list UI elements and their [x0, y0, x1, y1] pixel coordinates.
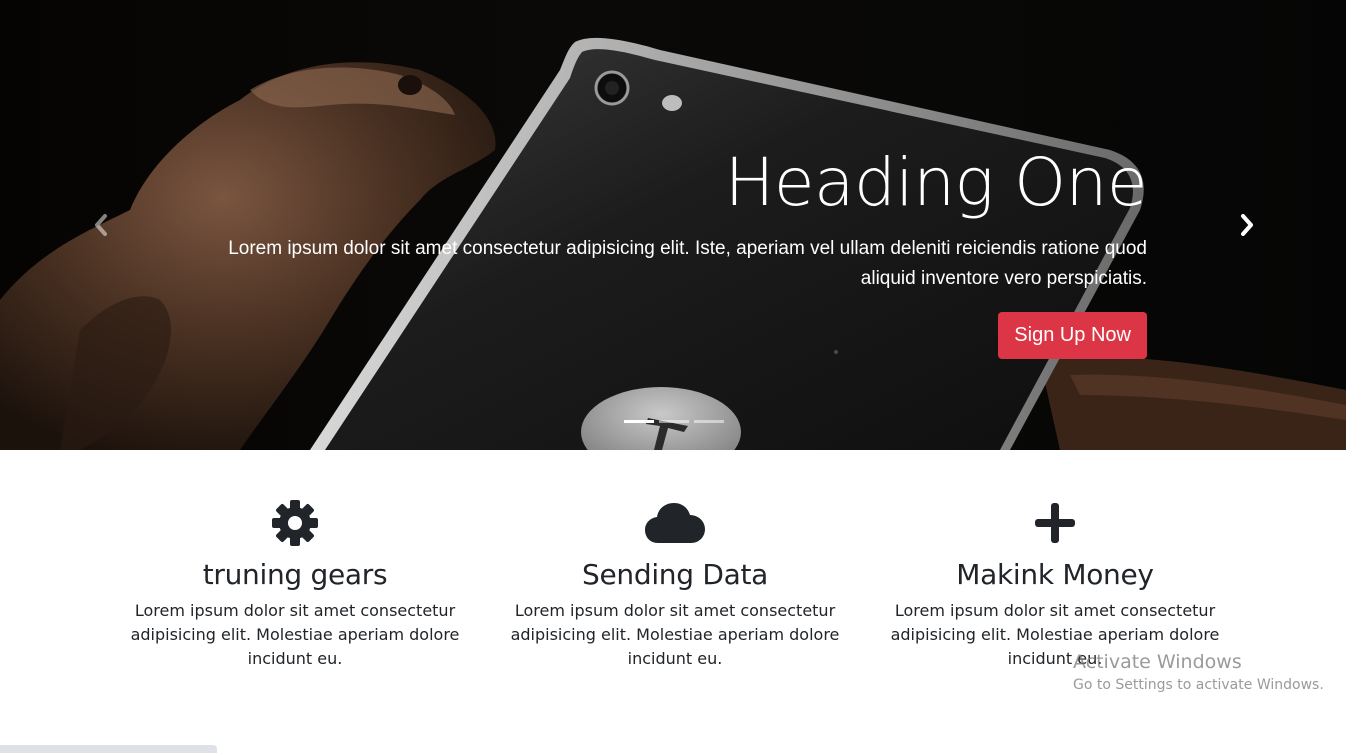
plus-icon [1035, 503, 1075, 543]
hero-carousel: Heading One Lorem ipsum dolor sit amet c… [0, 0, 1346, 450]
windows-activation-watermark: Activate Windows Go to Settings to activ… [1073, 651, 1324, 695]
carousel-prev-button[interactable] [88, 212, 114, 238]
carousel-indicator-3[interactable] [694, 420, 724, 423]
hero-caption: Heading One Lorem ipsum dolor sit amet c… [227, 144, 1148, 359]
carousel-next-button[interactable] [1234, 212, 1260, 238]
horizontal-scrollbar[interactable] [0, 745, 217, 753]
carousel-indicators [624, 420, 724, 423]
carousel-indicator-2[interactable] [659, 420, 689, 423]
feature-text: Lorem ipsum dolor sit amet consectetur a… [130, 601, 460, 668]
hero-description: Lorem ipsum dolor sit amet consectetur a… [228, 238, 1147, 289]
chevron-right-icon [1241, 214, 1253, 236]
watermark-subtitle: Go to Settings to activate Windows. [1073, 677, 1324, 693]
feature-card-data: Sending Data Lorem ipsum dolor sit amet … [510, 496, 840, 671]
feature-title: truning gears [202, 558, 388, 591]
feature-title: Makink Money [956, 558, 1154, 591]
sign-up-button[interactable]: Sign Up Now [998, 312, 1147, 359]
feature-card-money: Makink Money Lorem ipsum dolor sit amet … [890, 496, 1220, 671]
hero-heading: Heading One [724, 144, 1148, 221]
feature-card-gears: truning gears Lorem ipsum dolor sit amet… [130, 496, 460, 671]
watermark-title: Activate Windows [1073, 651, 1242, 673]
chevron-left-icon [95, 214, 107, 236]
cloud-icon [645, 503, 705, 543]
feature-text: Lorem ipsum dolor sit amet consectetur a… [510, 601, 840, 668]
feature-title: Sending Data [582, 558, 768, 591]
carousel-indicator-1[interactable] [624, 420, 654, 423]
gear-icon [272, 500, 318, 546]
